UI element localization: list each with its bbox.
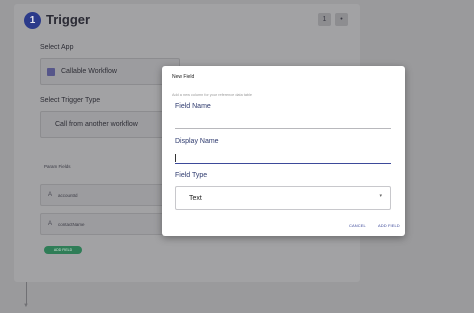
app-icon — [47, 67, 55, 76]
dialog-title: New Field — [172, 74, 195, 80]
field-type-select[interactable]: Text ▾ — [175, 186, 391, 210]
param-name: contactName — [58, 221, 85, 227]
chevron-down-icon: ▾ — [379, 193, 382, 199]
app-value: Callable Workflow — [61, 68, 117, 75]
select-app-label: Select App — [40, 44, 74, 51]
chevron-down-icon: ▼ — [23, 303, 29, 309]
field-name-input[interactable] — [175, 117, 391, 129]
text-type-icon: A — [48, 192, 53, 198]
text-type-icon: A — [48, 221, 53, 227]
param-row[interactable]: A accountId — [40, 184, 174, 206]
dialog-subtitle: Add a new column for your reference data… — [172, 93, 252, 97]
cancel-button[interactable]: CANCEL — [349, 223, 366, 228]
param-row[interactable]: A contactName — [40, 213, 174, 235]
add-param-field-button[interactable]: ADD FIELD — [44, 246, 82, 254]
flow-connector — [26, 282, 27, 304]
add-field-button[interactable]: ADD FIELD — [378, 223, 400, 228]
menu-button[interactable]: • — [335, 13, 348, 26]
new-field-dialog: New Field Add a new column for your refe… — [162, 66, 405, 236]
select-trigger-label: Select Trigger Type — [40, 97, 101, 104]
field-name-label: Field Name — [175, 103, 211, 110]
trigger-type-select[interactable]: Call from another workflow — [40, 111, 180, 138]
card-title: Trigger — [46, 12, 91, 27]
step-number-button[interactable]: 1 — [318, 13, 331, 26]
field-type-label: Field Type — [175, 172, 208, 179]
trigger-value: Call from another workflow — [55, 121, 138, 128]
param-fields-label: Param Fields — [44, 164, 71, 169]
field-type-value: Text — [189, 194, 202, 202]
display-name-label: Display Name — [175, 138, 219, 145]
text-cursor — [175, 154, 176, 162]
display-name-input[interactable] — [175, 152, 391, 164]
step-badge: 1 — [24, 12, 41, 29]
app-select[interactable]: Callable Workflow — [40, 58, 180, 85]
param-name: accountId — [58, 192, 78, 198]
